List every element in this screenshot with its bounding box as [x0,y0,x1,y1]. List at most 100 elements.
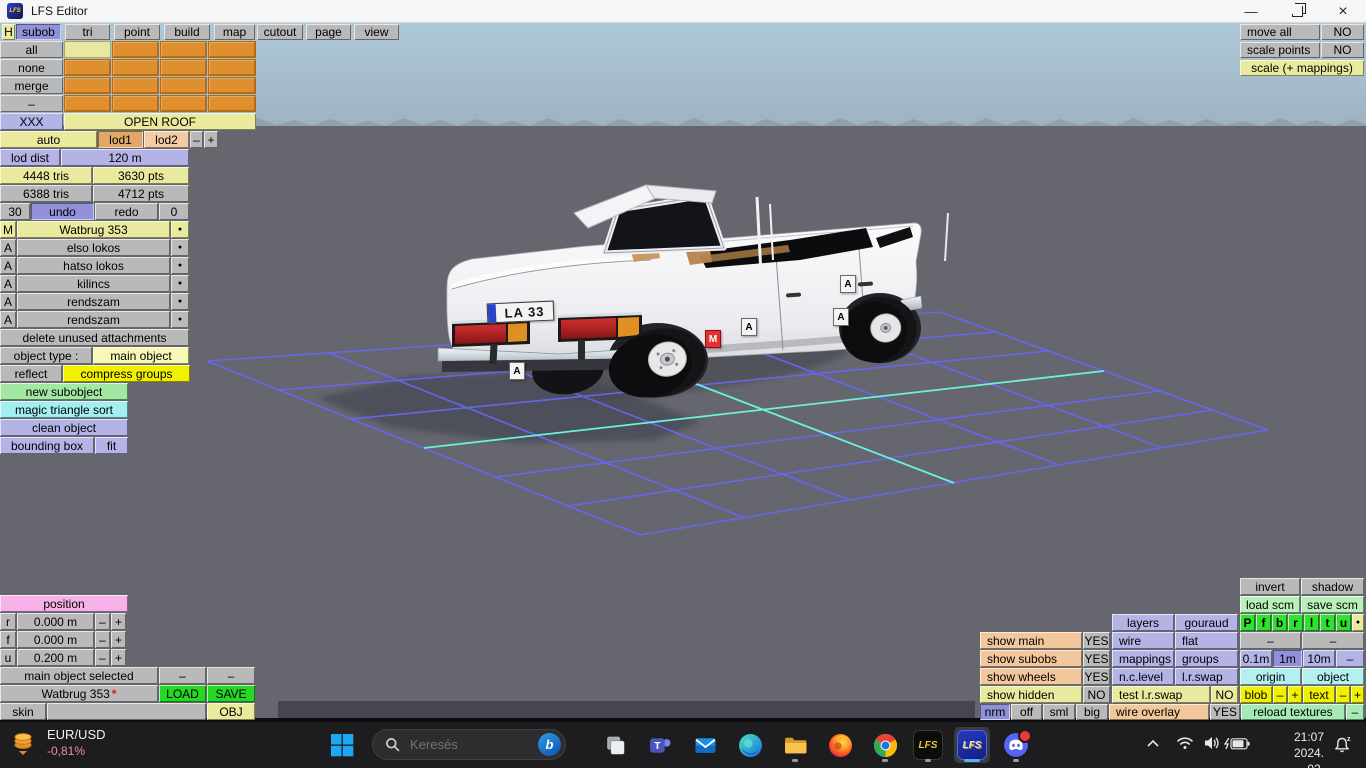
dash-button[interactable]: – [0,95,63,112]
axis-r-value[interactable]: 0.000 m [17,613,94,630]
text-minus-button[interactable]: – [1336,686,1350,703]
merge-button[interactable]: merge [0,77,63,94]
show-main-button[interactable]: show main [980,632,1082,649]
attachment-marker[interactable]: A [509,362,525,380]
show-subobs-button[interactable]: show subobs [980,650,1082,667]
shadow-button[interactable]: shadow [1301,578,1364,595]
minimize-button[interactable]: — [1228,0,1274,23]
teams-button[interactable]: T [642,727,678,763]
lod1-button[interactable]: lod1 [98,131,143,148]
new-subobject-button[interactable]: new subobject [0,383,128,400]
axis-f-value[interactable]: 0.000 m [17,631,94,648]
subob-grid-cell[interactable] [160,59,207,76]
chevron-up-icon[interactable] [1146,739,1160,748]
scale-points-value[interactable]: NO [1321,42,1364,58]
render-dash-button[interactable]: – [1302,632,1364,649]
battery-charging-icon[interactable] [1224,738,1250,750]
taskbar-search[interactable]: b [372,729,566,760]
lod-dist-label[interactable]: lod dist [0,149,60,166]
menu-tab-h[interactable]: H [2,24,15,40]
open-roof-button[interactable]: OPEN ROOF [64,113,256,130]
flat-button[interactable]: flat [1175,632,1238,649]
compress-groups-button[interactable]: compress groups [63,365,190,382]
attachment-prefix[interactable]: A [0,311,16,328]
lod-auto-button[interactable]: auto [0,131,97,148]
bounding-box-button[interactable]: bounding box [0,437,94,454]
skin-button[interactable]: skin [0,703,46,720]
start-button[interactable] [324,727,360,763]
blob-minus-button[interactable]: – [1273,686,1287,703]
axis-f-plus[interactable]: + [111,631,126,648]
position-title[interactable]: position [0,595,128,612]
main-object-dot[interactable]: ● [171,221,189,238]
attachment-name[interactable]: kilincs [17,275,170,292]
object-button[interactable]: object [1302,668,1364,685]
lfs-button[interactable]: LFS [910,727,946,763]
reload-textures-dash[interactable]: – [1346,704,1364,720]
tray-clock[interactable]: 21:07 2024. 02. 03. [1294,729,1324,768]
gouraud-button[interactable]: gouraud [1175,614,1238,631]
mail-button[interactable] [687,727,723,763]
firefox-button[interactable] [822,727,858,763]
menu-tab-tri[interactable]: tri [65,24,110,40]
axis-u-value[interactable]: 0.200 m [17,649,94,666]
wire-overlay-value[interactable]: YES [1210,704,1240,720]
save-button[interactable]: SAVE [207,685,255,702]
load-button[interactable]: LOAD [159,685,206,702]
reflect-button[interactable]: reflect [0,365,62,382]
subob-grid-cell[interactable] [112,95,159,112]
axis-r-plus[interactable]: + [111,613,126,630]
axis-u-minus[interactable]: – [95,649,110,666]
scale-points-button[interactable]: scale points [1240,42,1320,58]
object-type-value[interactable]: main object [93,347,189,364]
menu-tab-view[interactable]: view [354,24,399,40]
grid-01m-button[interactable]: 0.1m [1240,650,1272,667]
save-scm-button[interactable]: save scm [1301,596,1364,613]
subob-grid-cell[interactable] [112,59,159,76]
clean-object-button[interactable]: clean object [0,419,128,436]
notification-bell-dnd-icon[interactable]: z [1332,735,1352,755]
subob-grid-cell[interactable] [208,59,256,76]
subob-grid-cell[interactable] [64,95,111,112]
menu-tab-subob[interactable]: subob [16,24,61,40]
main-object-prefix[interactable]: M [0,221,16,238]
test-lr-swap-value[interactable]: NO [1211,686,1238,703]
attachment-prefix[interactable]: A [0,257,16,274]
undo-button[interactable]: undo [31,203,94,220]
invert-button[interactable]: invert [1240,578,1300,595]
channel-b-button[interactable]: b [1272,614,1287,631]
stocks-widget[interactable]: EUR/USD -0,81% [12,727,106,758]
discord-button[interactable] [998,727,1034,763]
menu-tab-point[interactable]: point [114,24,160,40]
task-view-button[interactable] [597,727,633,763]
attachment-name[interactable]: rendszam [17,311,170,328]
grid-1m-button[interactable]: 1m [1273,650,1302,667]
menu-tab-map[interactable]: map [214,24,255,40]
wire-overlay-button[interactable]: wire overlay [1109,704,1209,720]
render-dash-button[interactable]: – [1240,632,1301,649]
subob-grid-cell-selected[interactable] [64,41,111,58]
subob-grid-cell[interactable] [160,41,207,58]
delete-unused-attachments-button[interactable]: delete unused attachments [0,329,189,346]
main-object-marker[interactable]: M [705,330,721,348]
show-hidden-value[interactable]: NO [1083,686,1110,703]
wifi-icon[interactable] [1176,736,1194,750]
attachment-dot[interactable]: ● [171,257,189,274]
volume-icon[interactable] [1204,736,1220,750]
text-button[interactable]: text [1303,686,1335,703]
attachment-marker[interactable]: A [840,275,856,293]
bounding-box-fit-button[interactable]: fit [95,437,128,454]
axis-u-plus[interactable]: + [111,649,126,666]
axis-f-minus[interactable]: – [95,631,110,648]
file-explorer-button[interactable] [777,727,813,763]
scale-mappings-button[interactable]: scale (+ mappings) [1240,60,1364,76]
search-input[interactable] [408,736,530,753]
show-hidden-button[interactable]: show hidden [980,686,1082,703]
attachment-prefix[interactable]: A [0,275,16,292]
subob-grid-cell[interactable] [160,95,207,112]
channel-dot-button[interactable]: ● [1352,614,1364,631]
subob-grid-cell[interactable] [208,95,256,112]
file-dash-button[interactable]: – [159,667,206,684]
menu-tab-build[interactable]: build [164,24,210,40]
subob-grid-cell[interactable] [208,77,256,94]
